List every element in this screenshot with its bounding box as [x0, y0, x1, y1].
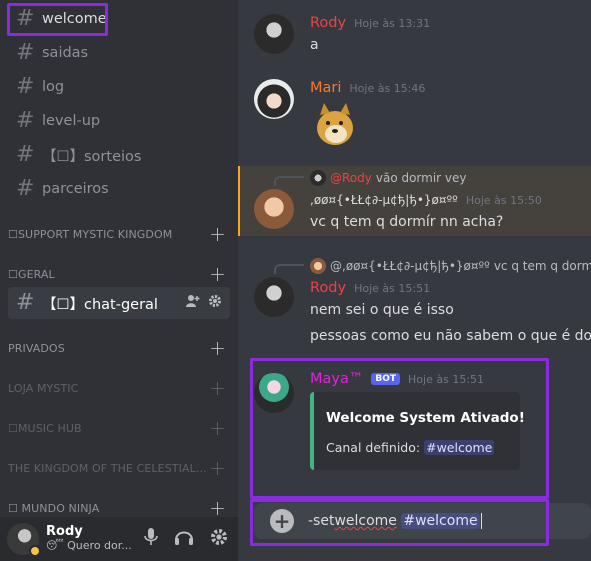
category-label: THE KINGDOM OF THE CELESTIAL... [8, 461, 207, 475]
hash-icon: # [16, 290, 35, 315]
author-name[interactable]: Mari [310, 80, 341, 96]
category-label: ☐ MUNDO NINJA [8, 501, 100, 515]
reply-text: vão dormir vey [375, 171, 467, 185]
category-loja-mystic[interactable]: LOJA MYSTIC + [8, 376, 230, 400]
reply-preview[interactable]: @,øø¤{•ŁŁ¢∂-µ¢ђ|ђ•}ø¤ºº vc q tem q dorm [310, 258, 591, 274]
timestamp: Hoje às 15:50 [465, 194, 542, 207]
avatar[interactable] [254, 79, 294, 119]
invite-icon[interactable] [186, 294, 200, 312]
headphones-icon[interactable] [174, 528, 194, 550]
category-label: ☐GERAL [8, 267, 55, 281]
category-label: LOJA MYSTIC [8, 381, 79, 395]
hash-icon: # [16, 142, 35, 167]
reply-spine [274, 264, 304, 274]
channel-chat-geral[interactable]: # 【☐】chat-geral [8, 287, 230, 319]
embed-desc-prefix: Canal definido: [326, 440, 421, 455]
author-name[interactable]: ,øø¤{•ŁŁ¢∂-µ¢ђ|ђ•}ø¤ºº [310, 193, 458, 207]
user-name: Rody [46, 524, 83, 540]
channel-log[interactable]: # log [8, 71, 230, 103]
add-channel-icon[interactable]: + [209, 262, 226, 286]
avatar[interactable] [254, 373, 294, 413]
microphone-icon[interactable] [144, 528, 158, 550]
channel-mention[interactable]: #welcome [424, 440, 495, 455]
avatar[interactable] [254, 189, 294, 229]
add-channel-icon[interactable]: + [209, 222, 226, 246]
reply-text: vc q tem q dorm [493, 259, 591, 273]
avatar[interactable] [254, 277, 294, 317]
user-status: 😴 Quero dor... [46, 539, 132, 553]
category-kingdom-celestial[interactable]: THE KINGDOM OF THE CELESTIAL... + [8, 456, 230, 480]
reply-avatar [310, 258, 326, 274]
channel-parceiros[interactable]: # parceiros [8, 173, 230, 205]
add-channel-icon[interactable]: + [209, 376, 226, 400]
user-settings-gear-icon[interactable] [210, 528, 228, 550]
avatar[interactable] [254, 14, 294, 54]
timestamp: Hoje às 15:51 [408, 373, 485, 386]
hash-icon: # [16, 176, 35, 201]
channel-label: level-up [42, 113, 101, 129]
embed-card: Welcome System Ativado! Canal definido: … [310, 392, 525, 470]
hash-icon: # [16, 6, 35, 31]
input-channel-mention: #welcome [401, 513, 480, 529]
channel-sidebar: # welcome # saidas # log # level-up # 【☐… [0, 0, 238, 561]
channel-welcome[interactable]: # welcome [8, 3, 230, 35]
category-label: PRIVADOS [8, 341, 65, 355]
message-text: pessoas como eu não sabem o que é dorm [310, 328, 591, 344]
category-support[interactable]: ☐SUPPORT MYSTIC KINGDOM + [8, 222, 230, 246]
embed-description: Canal definido: #welcome [326, 440, 495, 455]
chat-area: Rody Hoje às 13:31 a Mari Hoje às 15:46 … [238, 0, 591, 561]
input-command: -set [308, 513, 335, 529]
reply-author: @,øø¤{•ŁŁ¢∂-µ¢ђ|ђ•}ø¤ºº [330, 259, 490, 273]
settings-gear-icon[interactable] [208, 294, 222, 312]
add-channel-icon[interactable]: + [209, 416, 226, 440]
add-attachment-icon[interactable]: + [270, 509, 294, 533]
channel-saidas[interactable]: # saidas [8, 37, 230, 69]
hash-icon: # [16, 108, 35, 133]
reply-author: @Rody [330, 171, 372, 185]
reply-spine [274, 176, 304, 186]
category-label: ☐MUSIC HUB [8, 421, 82, 435]
user-panel: Rody 😴 Quero dor... [0, 517, 238, 561]
author-name[interactable]: Rody [310, 15, 346, 31]
channel-level-up[interactable]: # level-up [8, 105, 230, 137]
timestamp: Hoje às 15:46 [349, 82, 426, 95]
text-caret [480, 513, 482, 529]
timestamp: Hoje às 15:51 [354, 282, 431, 295]
channel-label: saidas [42, 45, 89, 61]
category-mundo-ninja[interactable]: ☐ MUNDO NINJA + [8, 496, 230, 520]
reply-preview[interactable]: @Rody vão dormir vey [310, 170, 467, 186]
embed-title: Welcome System Ativado! [326, 410, 525, 426]
message-text: vc q tem q dormír nn acha? [310, 214, 504, 230]
category-geral[interactable]: ☐GERAL + [8, 262, 230, 286]
channel-sorteios[interactable]: # 【☐】sorteios [8, 139, 230, 171]
message-text: a [310, 37, 319, 53]
category-music-hub[interactable]: ☐MUSIC HUB + [8, 416, 230, 440]
category-privados[interactable]: PRIVADOS + [8, 336, 230, 360]
timestamp: Hoje às 13:31 [354, 17, 431, 30]
channel-label: log [42, 79, 65, 95]
author-name[interactable]: Rody [310, 280, 346, 296]
input-text: -setwelcome #welcome [308, 513, 482, 529]
category-label: ☐SUPPORT MYSTIC KINGDOM [8, 227, 173, 241]
hash-icon: # [16, 74, 35, 99]
channel-label: welcome [42, 11, 107, 27]
reply-avatar [310, 170, 326, 186]
hash-icon: # [16, 40, 35, 65]
bot-badge: BOT [371, 373, 401, 385]
doge-sticker[interactable] [312, 101, 358, 147]
avatar[interactable] [7, 523, 41, 557]
input-misspelled-word: welcome [334, 513, 397, 529]
message-input[interactable]: + -setwelcome #welcome [254, 503, 591, 539]
author-name[interactable]: Maya™ [310, 371, 363, 387]
add-channel-icon[interactable]: + [209, 456, 226, 480]
add-channel-icon[interactable]: + [209, 336, 226, 360]
message-text: nem sei o que é isso [310, 302, 454, 318]
status-indicator [29, 545, 41, 557]
channel-label: 【☐】sorteios [42, 148, 142, 165]
channel-label: parceiros [42, 181, 109, 197]
channel-label: 【☐】chat-geral [42, 296, 158, 313]
